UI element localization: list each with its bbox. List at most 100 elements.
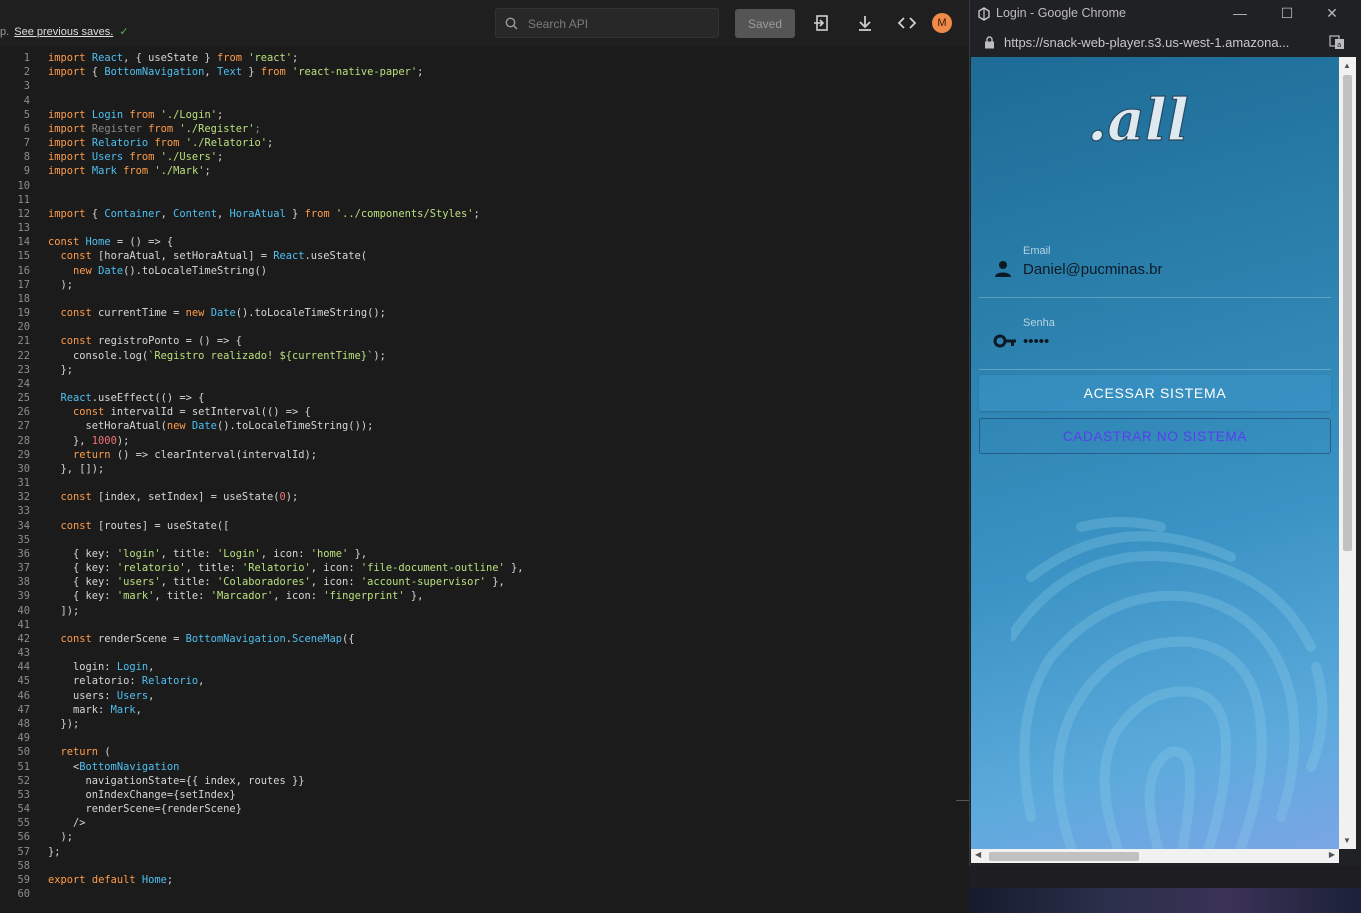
code-line[interactable]: const currentTime = new Date().toLocaleT… bbox=[48, 307, 386, 319]
address-url[interactable]: https://snack-web-player.s3.us-west-1.am… bbox=[1004, 35, 1310, 50]
code-line[interactable]: relatorio: Relatorio, bbox=[48, 675, 204, 687]
register-system-button[interactable]: CADASTRAR NO SISTEMA bbox=[979, 418, 1331, 454]
line-number: 41 bbox=[17, 618, 30, 631]
code-line[interactable]: import Mark from './Mark'; bbox=[48, 165, 211, 177]
fingerprint-icon bbox=[1011, 517, 1328, 849]
line-number: 60 bbox=[17, 888, 30, 901]
code-line[interactable]: <BottomNavigation bbox=[48, 761, 179, 773]
code-line[interactable]: ); bbox=[48, 831, 74, 843]
code-line[interactable]: import { Container, Content, HoraAtual }… bbox=[48, 208, 480, 220]
code-line[interactable]: const [horaAtual, setHoraAtual] = React.… bbox=[48, 250, 368, 262]
code-line[interactable]: const registroPonto = () => { bbox=[48, 335, 242, 347]
email-field[interactable]: Email Daniel@pucminas.br bbox=[979, 237, 1331, 298]
line-number: 1 bbox=[23, 52, 30, 64]
check-icon: ✓ bbox=[119, 26, 129, 38]
code-line[interactable]: const [index, setIndex] = useState(0); bbox=[48, 491, 299, 503]
code-line[interactable]: setHoraAtual(new Date().toLocaleTimeStri… bbox=[48, 420, 374, 432]
export-icon[interactable] bbox=[812, 13, 832, 33]
code-line[interactable]: renderScene={renderScene} bbox=[48, 803, 242, 815]
vertical-scroll-thumb[interactable] bbox=[1343, 75, 1352, 551]
code-line[interactable]: { key: 'relatorio', title: 'Relatorio', … bbox=[48, 562, 524, 574]
browser-window-title: Login - Google Chrome bbox=[996, 6, 1126, 20]
code-editor[interactable]: 1 import React, { useState } from 'react'… bbox=[0, 46, 969, 913]
code-line[interactable]: import Relatorio from './Relatorio'; bbox=[48, 137, 273, 149]
line-number: 15 bbox=[17, 250, 30, 263]
line-number: 40 bbox=[17, 604, 30, 617]
browser-title-bar[interactable]: Login - Google Chrome — ☐ ✕ bbox=[970, 0, 1361, 28]
app-logo: .all bbox=[1086, 85, 1189, 154]
minimize-button[interactable]: — bbox=[1228, 4, 1252, 22]
scroll-right-arrow-icon[interactable]: ▶ bbox=[1329, 850, 1335, 859]
code-line[interactable]: const Home = () => { bbox=[48, 236, 173, 248]
line-number: 42 bbox=[17, 632, 30, 645]
code-line[interactable]: export default Home; bbox=[48, 874, 173, 886]
close-button[interactable]: ✕ bbox=[1320, 4, 1344, 22]
code-line[interactable]: const intervalId = setInterval(() => { bbox=[48, 406, 311, 418]
code-icon[interactable] bbox=[897, 13, 917, 33]
address-bar[interactable]: https://snack-web-player.s3.us-west-1.am… bbox=[970, 28, 1361, 57]
search-api-box[interactable] bbox=[495, 8, 719, 38]
key-icon bbox=[993, 334, 1016, 348]
code-line[interactable]: { key: 'users', title: 'Colaboradores', … bbox=[48, 576, 505, 588]
line-number: 21 bbox=[17, 335, 30, 348]
code-line[interactable]: }; bbox=[48, 364, 74, 376]
horizontal-scroll-thumb[interactable] bbox=[989, 852, 1139, 861]
password-field[interactable]: Senha ••••• bbox=[979, 309, 1331, 370]
code-line[interactable]: return () => clearInterval(intervalId); bbox=[48, 449, 317, 461]
user-avatar[interactable]: M bbox=[932, 13, 952, 33]
scroll-down-arrow-icon[interactable]: ▼ bbox=[1343, 836, 1351, 845]
password-value[interactable]: ••••• bbox=[1023, 333, 1049, 350]
line-number: 4 bbox=[23, 94, 30, 107]
code-line[interactable]: users: Users, bbox=[48, 690, 154, 702]
code-line[interactable]: navigationState={{ index, routes }} bbox=[48, 775, 305, 787]
code-line[interactable]: import { BottomNavigation, Text } from '… bbox=[48, 66, 423, 78]
code-line[interactable]: import Users from './Users'; bbox=[48, 151, 223, 163]
email-value[interactable]: Daniel@pucminas.br bbox=[1023, 261, 1162, 278]
code-line[interactable]: new Date().toLocaleTimeString() bbox=[48, 265, 267, 277]
code-line[interactable]: }; bbox=[48, 846, 61, 858]
line-number: 10 bbox=[17, 179, 30, 192]
see-previous-saves-link[interactable]: See previous saves. bbox=[14, 26, 113, 38]
line-number: 32 bbox=[17, 491, 30, 504]
scroll-left-arrow-icon[interactable]: ◀ bbox=[975, 850, 981, 859]
code-line[interactable]: mark: Mark, bbox=[48, 704, 142, 716]
snack-logo-icon bbox=[978, 7, 990, 21]
code-line[interactable]: React.useEffect(() => { bbox=[48, 392, 205, 404]
line-number: 25 bbox=[17, 392, 30, 405]
horizontal-scrollbar[interactable]: ◀ ▶ bbox=[971, 849, 1339, 863]
code-line[interactable]: { key: 'mark', title: 'Marcador', icon: … bbox=[48, 590, 423, 602]
code-line[interactable]: const renderScene = BottomNavigation.Sce… bbox=[48, 633, 355, 645]
vertical-scrollbar[interactable]: ▲ ▼ bbox=[1339, 57, 1356, 849]
line-number: 37 bbox=[17, 562, 30, 575]
code-line[interactable]: import React, { useState } from 'react'; bbox=[48, 52, 298, 64]
line-number: 8 bbox=[23, 151, 30, 164]
line-number: 3 bbox=[23, 80, 30, 93]
svg-text:a: a bbox=[1337, 41, 1341, 49]
code-line[interactable]: }, []); bbox=[48, 463, 105, 475]
maximize-button[interactable]: ☐ bbox=[1275, 4, 1299, 22]
code-line[interactable]: const [routes] = useState([ bbox=[48, 520, 230, 532]
desktop-wallpaper-strip bbox=[969, 888, 1361, 913]
code-line[interactable]: import Register from './Register'; bbox=[48, 123, 261, 135]
access-system-button[interactable]: ACESSAR SISTEMA bbox=[979, 375, 1331, 411]
code-line[interactable]: import Login from './Login'; bbox=[48, 109, 223, 121]
code-line[interactable]: onIndexChange={setIndex} bbox=[48, 789, 236, 801]
line-number: 26 bbox=[17, 406, 30, 419]
scroll-up-arrow-icon[interactable]: ▲ bbox=[1343, 61, 1351, 70]
saved-button[interactable]: Saved bbox=[735, 9, 795, 38]
line-number: 9 bbox=[23, 165, 30, 178]
line-number: 43 bbox=[17, 647, 30, 660]
code-line[interactable]: login: Login, bbox=[48, 661, 154, 673]
code-line[interactable]: { key: 'login', title: 'Login', icon: 'h… bbox=[48, 548, 367, 560]
code-line[interactable]: console.log(`Registro realizado! ${curre… bbox=[48, 350, 386, 362]
code-line[interactable]: }); bbox=[48, 718, 80, 730]
code-line[interactable]: ); bbox=[48, 279, 74, 291]
translate-icon[interactable]: a bbox=[1329, 35, 1345, 50]
download-icon[interactable] bbox=[855, 13, 875, 33]
code-line[interactable]: ]); bbox=[48, 605, 80, 617]
search-api-input[interactable] bbox=[526, 13, 710, 35]
code-line[interactable]: }, 1000); bbox=[48, 435, 129, 447]
code-line[interactable]: return ( bbox=[48, 746, 111, 758]
line-number: 6 bbox=[23, 122, 30, 135]
code-line[interactable]: /> bbox=[48, 817, 86, 829]
